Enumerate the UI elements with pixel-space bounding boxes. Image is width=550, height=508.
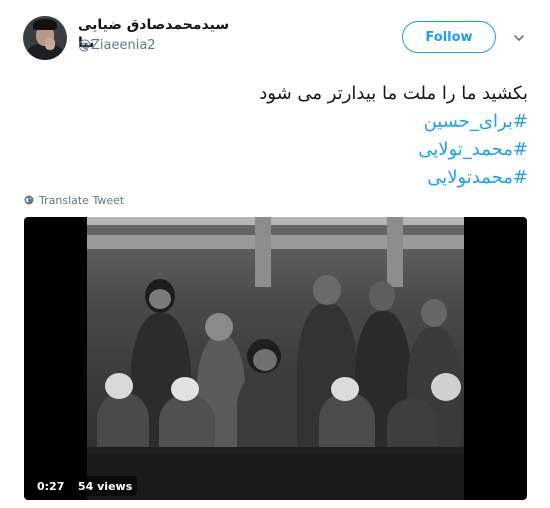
translate-label[interactable]: Translate Tweet bbox=[39, 194, 124, 207]
video-view-count: 54 views bbox=[73, 476, 138, 496]
video-duration: 0:27 bbox=[32, 476, 70, 496]
hashtag-link[interactable]: #محمد_تولایی bbox=[28, 136, 528, 164]
figure-head bbox=[171, 377, 199, 401]
tweet-line: بکشید ما را ملت ما بیدارتر می شود bbox=[259, 83, 528, 104]
frame-pillar bbox=[387, 217, 403, 287]
chevron-down-icon[interactable] bbox=[513, 33, 525, 43]
figure-silhouette bbox=[319, 393, 375, 453]
frame-beam-top bbox=[87, 217, 464, 225]
figure-silhouette bbox=[97, 393, 149, 453]
tweet-text: بکشید ما را ملت ما بیدارتر می شود #برای_… bbox=[28, 80, 528, 192]
figure-face bbox=[149, 289, 171, 309]
video-player[interactable]: 0:27 54 views bbox=[24, 217, 527, 500]
avatar-turban bbox=[33, 19, 57, 30]
figure-head bbox=[105, 373, 133, 399]
frame-pillar bbox=[255, 217, 271, 287]
figure-silhouette bbox=[159, 395, 215, 453]
figure-head bbox=[313, 275, 341, 305]
crowd-lower bbox=[87, 453, 464, 500]
avatar-hand bbox=[45, 38, 55, 50]
hashtag-link[interactable]: #برای_حسین bbox=[28, 108, 528, 136]
figure-head bbox=[369, 281, 395, 311]
globe-icon bbox=[24, 195, 34, 205]
frame-beam bbox=[87, 235, 464, 249]
translate-tweet-link[interactable]: Translate Tweet bbox=[24, 193, 124, 207]
figure-head bbox=[431, 373, 461, 401]
figure-face bbox=[253, 349, 277, 371]
figure-head bbox=[205, 313, 233, 341]
figure-head bbox=[331, 377, 359, 401]
user-handle[interactable]: @Ziaeenia2 bbox=[78, 38, 156, 54]
figure-silhouette bbox=[387, 399, 437, 453]
follow-button[interactable]: Follow bbox=[402, 21, 496, 53]
avatar[interactable] bbox=[23, 16, 67, 60]
hashtag-link[interactable]: #محمدتولایی bbox=[28, 164, 528, 192]
figure-head bbox=[421, 299, 447, 327]
video-frame bbox=[87, 217, 464, 500]
